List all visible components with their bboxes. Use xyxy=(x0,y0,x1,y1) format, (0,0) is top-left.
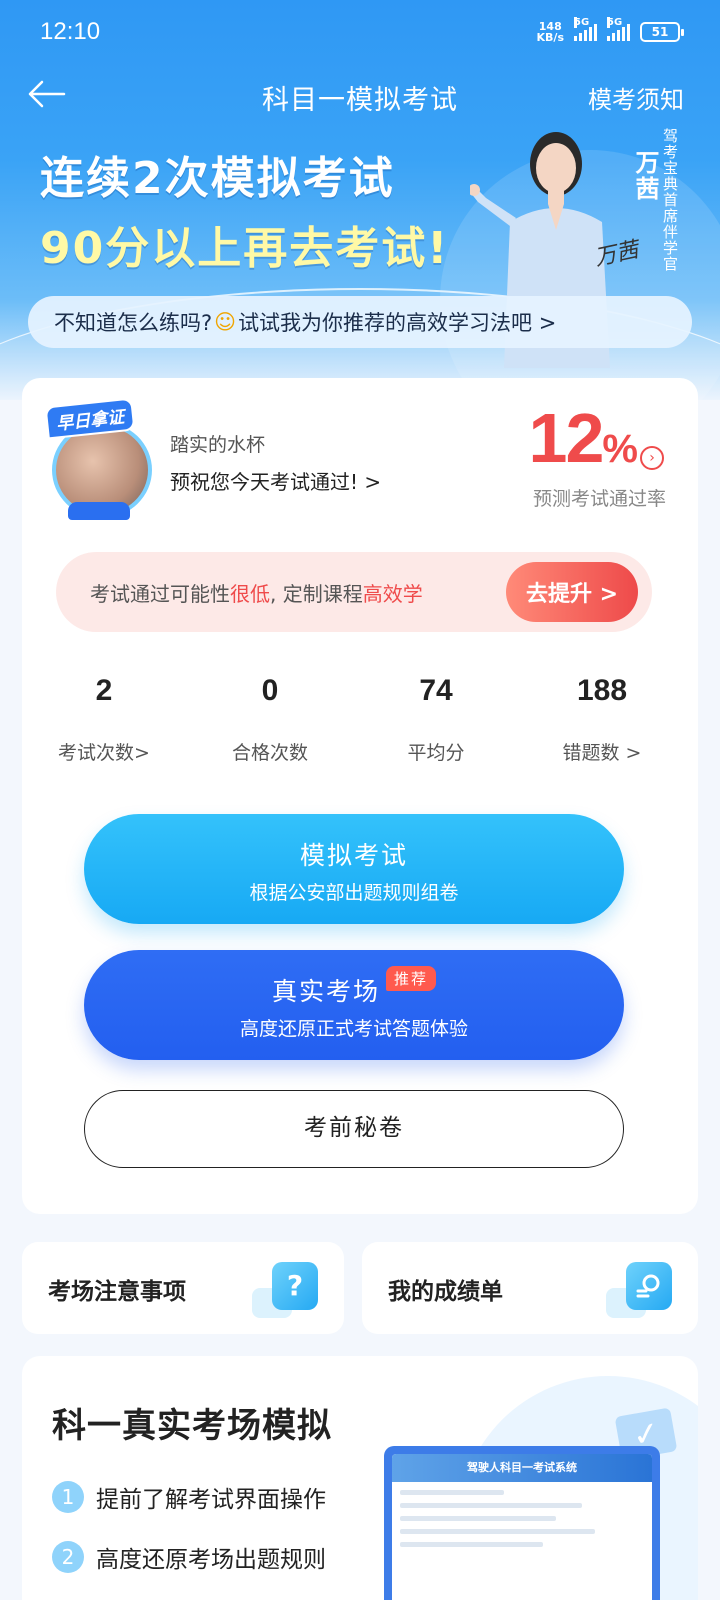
user-name: 踏实的水杯 xyxy=(170,434,266,456)
pass-rate-label: 预测考试通过率 xyxy=(532,488,666,510)
screen-line xyxy=(400,1503,582,1508)
magnifier-icon xyxy=(636,1274,660,1298)
stat-wrong-count[interactable]: 188 错题数 > xyxy=(522,674,682,765)
real-exam-button[interactable]: 真实考场 推荐 高度还原正式考试答题体验 xyxy=(84,950,624,1060)
avatar[interactable]: 早日拿证 xyxy=(44,397,164,520)
pass-rate-value: 12 xyxy=(528,399,605,477)
study-method-tip[interactable]: 不知道怎么练吗? ☺ 试试我为你推荐的高效学习法吧 > xyxy=(28,296,692,348)
pass-rate[interactable]: 12% xyxy=(528,398,638,478)
real-exam-subtitle: 高度还原正式考试答题体验 xyxy=(239,1018,468,1040)
stat-average-score: 74 平均分 xyxy=(356,674,516,765)
exam-notes-card[interactable]: 考场注意事项 ? xyxy=(22,1242,344,1334)
stats-row: 2 考试次数> 0 合格次数 74 平均分 188 错题数 > xyxy=(22,674,698,784)
tip-suffix: 试试我为你推荐的高效学习法吧 > xyxy=(238,311,557,335)
sim1-label: 5G xyxy=(574,17,590,28)
user-wish-link[interactable]: 预祝您今天考试通过! > xyxy=(170,466,381,495)
stat-value: 2 xyxy=(95,674,113,707)
top-nav: 科目一模拟考试 模考须知 xyxy=(0,66,720,122)
recommend-badge: 推荐 xyxy=(386,966,437,991)
screen-line xyxy=(400,1490,504,1495)
banner-slogan-1: 连续2次模拟考试 xyxy=(40,153,395,204)
stat-value: 0 xyxy=(261,674,279,707)
promo-text-1: 考试通过可能性 xyxy=(90,581,230,606)
feature-title: 科一真实考场模拟 xyxy=(52,1406,332,1446)
car-icon xyxy=(68,502,130,520)
hero-banner: 12:10 148 KB/s 5G 5G 51 科目一模拟考试 模考须知 连续2… xyxy=(0,0,720,400)
secret-paper-button[interactable]: 考前秘卷 xyxy=(84,1090,624,1168)
screen-line xyxy=(400,1529,595,1534)
status-icons: 148 KB/s 5G 5G 51 xyxy=(537,17,684,43)
stat-label: 错题数 > xyxy=(562,742,642,764)
exam-notes-label: 考场注意事项 xyxy=(48,1279,186,1305)
tip-prefix: 不知道怎么练吗? xyxy=(54,311,213,335)
stat-value: 188 xyxy=(576,674,628,707)
signal-icon-2: 5G xyxy=(607,17,630,41)
stat-label: 平均分 xyxy=(407,742,465,764)
spokesperson-name: 万茜 xyxy=(631,150,659,202)
number-badge: 2 xyxy=(52,1541,84,1573)
chevron-right-icon[interactable]: › xyxy=(640,446,664,470)
status-time: 12:10 xyxy=(40,18,101,45)
screen-line xyxy=(400,1542,543,1547)
improve-banner: 考试通过可能性 很低, 定制课程 高效学 去提升 > xyxy=(56,552,652,632)
stat-label: 合格次数 xyxy=(231,742,308,764)
promo-text-red-2: 高效学 xyxy=(362,581,423,606)
exam-notice-link[interactable]: 模考须知 xyxy=(588,80,684,115)
number-badge: 1 xyxy=(52,1481,84,1513)
pass-rate-unit: % xyxy=(602,427,638,471)
status-bar: 12:10 148 KB/s 5G 5G 51 xyxy=(0,0,720,64)
simulate-exam-title: 模拟考试 xyxy=(299,841,408,870)
real-exam-feature-card[interactable]: 科一真实考场模拟 1 提前了解考试界面操作 2 高度还原考场出题规则 ✓ 驾驶人… xyxy=(22,1356,698,1600)
score-report-label: 我的成绩单 xyxy=(388,1279,503,1305)
feature-item: 2 高度还原考场出题规则 xyxy=(52,1540,326,1574)
stat-pass-count: 0 合格次数 xyxy=(190,674,350,765)
improve-button[interactable]: 去提升 > xyxy=(506,562,638,622)
exam-summary-card: 早日拿证 踏实的水杯 预祝您今天考试通过! > 12% › 预测考试通过率 考试… xyxy=(22,378,698,1214)
feature-item-text: 提前了解考试界面操作 xyxy=(96,1487,326,1513)
screen-header: 驾驶人科目一考试系统 xyxy=(392,1454,652,1482)
battery-icon: 51 xyxy=(640,22,684,42)
promo-text-2: , 定制课程 xyxy=(270,581,363,606)
feature-item: 1 提前了解考试界面操作 xyxy=(52,1480,326,1514)
banner-slogan-2: 90分以上再去考试! xyxy=(40,223,450,274)
screen-line xyxy=(400,1516,556,1521)
net-speed-unit: KB/s xyxy=(536,31,564,44)
screen-content: 驾驶人科目一考试系统 xyxy=(392,1454,652,1600)
spokesperson-role: 驾考宝典首席伴学官 xyxy=(661,128,679,272)
sim2-label: 5G xyxy=(607,17,623,28)
question-icon: ? xyxy=(272,1262,318,1310)
real-exam-title: 真实考场 xyxy=(271,977,380,1006)
promo-text-red-1: 很低 xyxy=(230,581,270,606)
stat-value: 74 xyxy=(419,674,453,707)
score-report-card[interactable]: 我的成绩单 xyxy=(362,1242,698,1334)
search-report-icon xyxy=(626,1262,672,1310)
simulate-exam-subtitle: 根据公安部出题规则组卷 xyxy=(249,882,459,904)
feature-item-text: 高度还原考场出题规则 xyxy=(96,1547,326,1573)
exam-screen-illustration: 驾驶人科目一考试系统 xyxy=(384,1446,660,1600)
stat-label: 考试次数> xyxy=(58,742,150,764)
simulate-exam-button[interactable]: 模拟考试 根据公安部出题规则组卷 xyxy=(84,814,624,924)
smile-icon: ☺ xyxy=(214,310,237,334)
net-speed: 148 KB/s xyxy=(537,21,564,43)
signal-icon: 5G xyxy=(574,17,597,41)
stat-exam-count[interactable]: 2 考试次数> xyxy=(24,674,184,765)
